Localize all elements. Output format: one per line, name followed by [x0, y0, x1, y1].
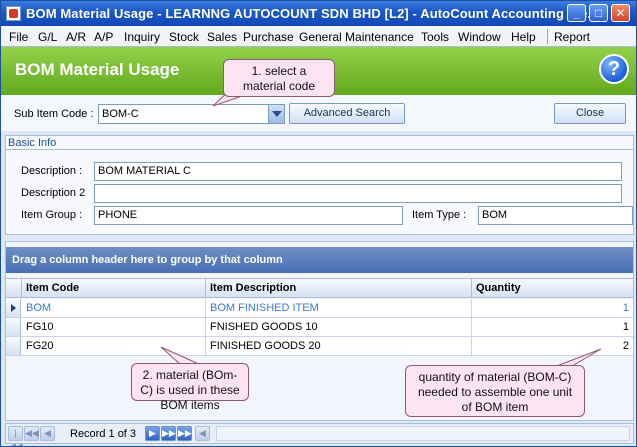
row-indicator-header: [6, 279, 22, 298]
sub-item-code-label: Sub Item Code :: [14, 108, 94, 120]
menu-gl[interactable]: G/L: [38, 30, 57, 44]
maximize-button[interactable]: □: [589, 4, 608, 22]
menu-sales[interactable]: Sales: [207, 30, 237, 44]
item-type-field[interactable]: BOM: [478, 206, 633, 225]
menu-help[interactable]: Help: [511, 30, 536, 44]
app-window: BOM Material Usage - LEARNNG AUTOCOUNT S…: [0, 0, 637, 447]
menu-ap[interactable]: A/P: [94, 30, 113, 44]
table-row[interactable]: FG10 FNISHED GOODS 10 1: [6, 318, 633, 337]
next-page-icon[interactable]: ▶▶: [161, 426, 176, 441]
basic-info-title: Basic Info: [8, 137, 57, 149]
prev-record-icon[interactable]: ◀: [40, 426, 55, 441]
prev-page-icon[interactable]: ◀◀: [24, 426, 39, 441]
menu-separator: [547, 29, 548, 44]
row-indicator: [6, 337, 21, 355]
next-record-icon[interactable]: ▶: [145, 426, 160, 441]
close-button[interactable]: Close: [554, 103, 626, 124]
help-icon[interactable]: ?: [599, 54, 629, 84]
table-row[interactable]: BOM BOM FINISHED ITEM 1: [6, 299, 633, 318]
page-title: BOM Material Usage: [15, 60, 180, 79]
menu-window[interactable]: Window: [458, 30, 501, 44]
cell-quantity[interactable]: 1: [472, 318, 633, 336]
menu-ar[interactable]: A/R: [66, 30, 86, 44]
menu-tools[interactable]: Tools: [421, 30, 449, 44]
close-window-button[interactable]: ✕: [611, 4, 630, 22]
cell-item-code[interactable]: FG10: [22, 318, 206, 336]
grid-header: Item Code Item Description Quantity: [6, 278, 633, 298]
section-divider: [6, 149, 633, 150]
table-row[interactable]: FG20 FINISHED GOODS 20 2: [6, 337, 633, 356]
item-type-label: Item Type :: [412, 209, 467, 221]
menu-purchase[interactable]: Purchase: [243, 30, 294, 44]
menu-stock[interactable]: Stock: [169, 30, 199, 44]
cell-item-code[interactable]: BOM: [22, 299, 206, 317]
group-by-panel[interactable]: Drag a column header here to group by th…: [6, 247, 633, 273]
callout-used-in-bom: 2. material (BOm-C) is used in these BOM…: [131, 363, 249, 412]
menu-bar: File G/L A/R A/P Inquiry Stock Sales Pur…: [1, 26, 636, 47]
basic-info-section: Basic Info Description : BOM MATERIAL C …: [5, 135, 634, 235]
record-counter: Record 1 of 3: [70, 428, 137, 440]
chevron-down-icon[interactable]: [268, 105, 284, 123]
app-logo-icon: [6, 6, 21, 21]
cell-item-code[interactable]: FG20: [22, 337, 206, 355]
description-field[interactable]: BOM MATERIAL C: [94, 162, 622, 181]
cell-item-description[interactable]: FINISHED GOODS 20: [206, 337, 472, 355]
row-indicator: [6, 318, 21, 336]
horizontal-scrollbar[interactable]: [216, 426, 630, 441]
cell-quantity[interactable]: 1: [472, 299, 633, 317]
record-navigator: |◀◀ ◀◀ ◀ Record 1 of 3 ▶ ▶▶ ▶▶| ◀: [5, 423, 634, 446]
description-label: Description :: [21, 165, 83, 177]
column-header-item-code[interactable]: Item Code: [22, 279, 206, 298]
sub-item-code-combo[interactable]: BOM-C: [98, 104, 285, 124]
first-record-icon[interactable]: |◀◀: [8, 426, 23, 446]
scroll-left-icon[interactable]: ◀: [195, 426, 210, 441]
menu-report[interactable]: Report: [554, 30, 590, 44]
column-header-item-description[interactable]: Item Description: [206, 279, 472, 298]
menu-general-maintenance[interactable]: General Maintenance: [299, 30, 414, 44]
item-group-label: Item Group :: [21, 209, 83, 221]
title-bar[interactable]: BOM Material Usage - LEARNNG AUTOCOUNT S…: [1, 1, 636, 26]
cell-item-description[interactable]: BOM FINISHED ITEM: [206, 299, 472, 317]
row-indicator-arrow-icon: [6, 299, 21, 317]
callout-select-material: 1. select a material code: [223, 59, 335, 97]
description2-label: Description 2: [21, 187, 86, 199]
menu-inquiry[interactable]: Inquiry: [124, 30, 160, 44]
advanced-search-button[interactable]: Advanced Search: [289, 103, 405, 124]
cell-quantity[interactable]: 2: [472, 337, 633, 355]
item-group-field[interactable]: PHONE: [94, 206, 403, 225]
menu-file[interactable]: File: [9, 30, 28, 44]
window-title: BOM Material Usage - LEARNNG AUTOCOUNT S…: [26, 6, 599, 21]
minimize-button[interactable]: _: [567, 4, 586, 22]
last-record-icon[interactable]: ▶▶|: [177, 426, 194, 441]
sub-item-code-value: BOM-C: [102, 108, 139, 120]
sub-item-row: Sub Item Code : BOM-C Advanced Search Cl…: [1, 95, 636, 131]
column-header-quantity[interactable]: Quantity: [472, 279, 633, 298]
callout-quantity: quantity of material (BOM-C) needed to a…: [405, 365, 585, 417]
description2-field[interactable]: [94, 184, 622, 203]
cell-item-description[interactable]: FNISHED GOODS 10: [206, 318, 472, 336]
